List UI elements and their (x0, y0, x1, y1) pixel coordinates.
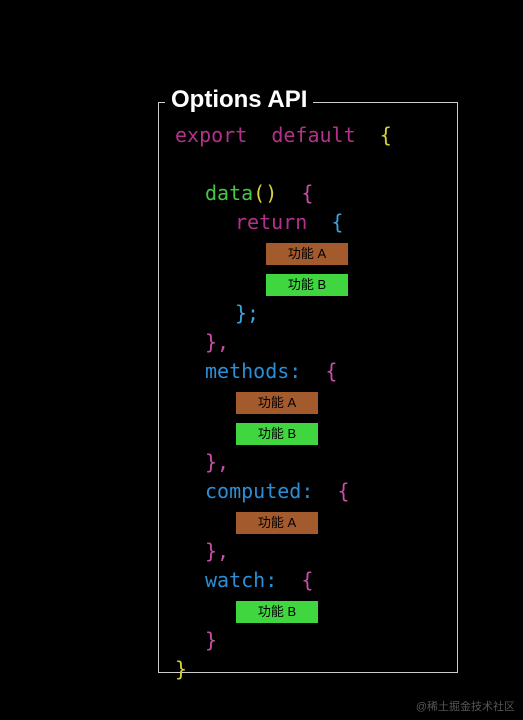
brace: }, (205, 539, 229, 563)
keyword-return: return (235, 210, 307, 234)
prop-computed: computed: (205, 479, 313, 503)
code-line: }, (175, 448, 447, 477)
code-line: }, (175, 328, 447, 357)
feature-tag-a: 功能 A (235, 511, 319, 535)
fn-data: data (205, 181, 253, 205)
feature-tag-a: 功能 A (265, 242, 349, 266)
code-line: 功能 B (175, 268, 447, 299)
paren: () (253, 181, 277, 205)
code-line: } (175, 626, 447, 655)
brace: { (337, 479, 349, 503)
brace: }; (235, 301, 259, 325)
code-line: 功能 B (175, 595, 447, 626)
code-line: watch: { (175, 566, 447, 595)
brace: } (205, 628, 217, 652)
brace: { (301, 181, 313, 205)
prop-watch: watch: (205, 568, 277, 592)
feature-tag-a: 功能 A (235, 391, 319, 415)
feature-tag-b: 功能 B (235, 600, 319, 624)
code-line: return { (175, 208, 447, 237)
code-line: computed: { (175, 477, 447, 506)
prop-methods: methods: (205, 359, 301, 383)
brace: { (325, 359, 337, 383)
brace: } (175, 657, 187, 681)
feature-tag-b: 功能 B (235, 422, 319, 446)
brace: { (301, 568, 313, 592)
code-block: export default { data() { return { 功能 A … (159, 103, 457, 694)
brace: }, (205, 450, 229, 474)
keyword-export: export (175, 123, 247, 147)
brace: { (331, 210, 343, 234)
watermark: @稀土掘金技术社区 (416, 701, 515, 714)
code-line: methods: { (175, 357, 447, 386)
code-line: 功能 A (175, 506, 447, 537)
code-line: 功能 B (175, 417, 447, 448)
code-line: } (175, 655, 447, 684)
code-line: 功能 A (175, 386, 447, 417)
keyword-default: default (271, 123, 355, 147)
code-line: export default { (175, 121, 447, 150)
code-line: 功能 A (175, 237, 447, 268)
code-line: }; (175, 299, 447, 328)
code-line: }, (175, 537, 447, 566)
brace: { (380, 123, 392, 147)
options-api-panel: Options API export default { data() { re… (158, 102, 458, 673)
code-line (175, 150, 447, 179)
brace: }, (205, 330, 229, 354)
code-line: data() { (175, 179, 447, 208)
feature-tag-b: 功能 B (265, 273, 349, 297)
